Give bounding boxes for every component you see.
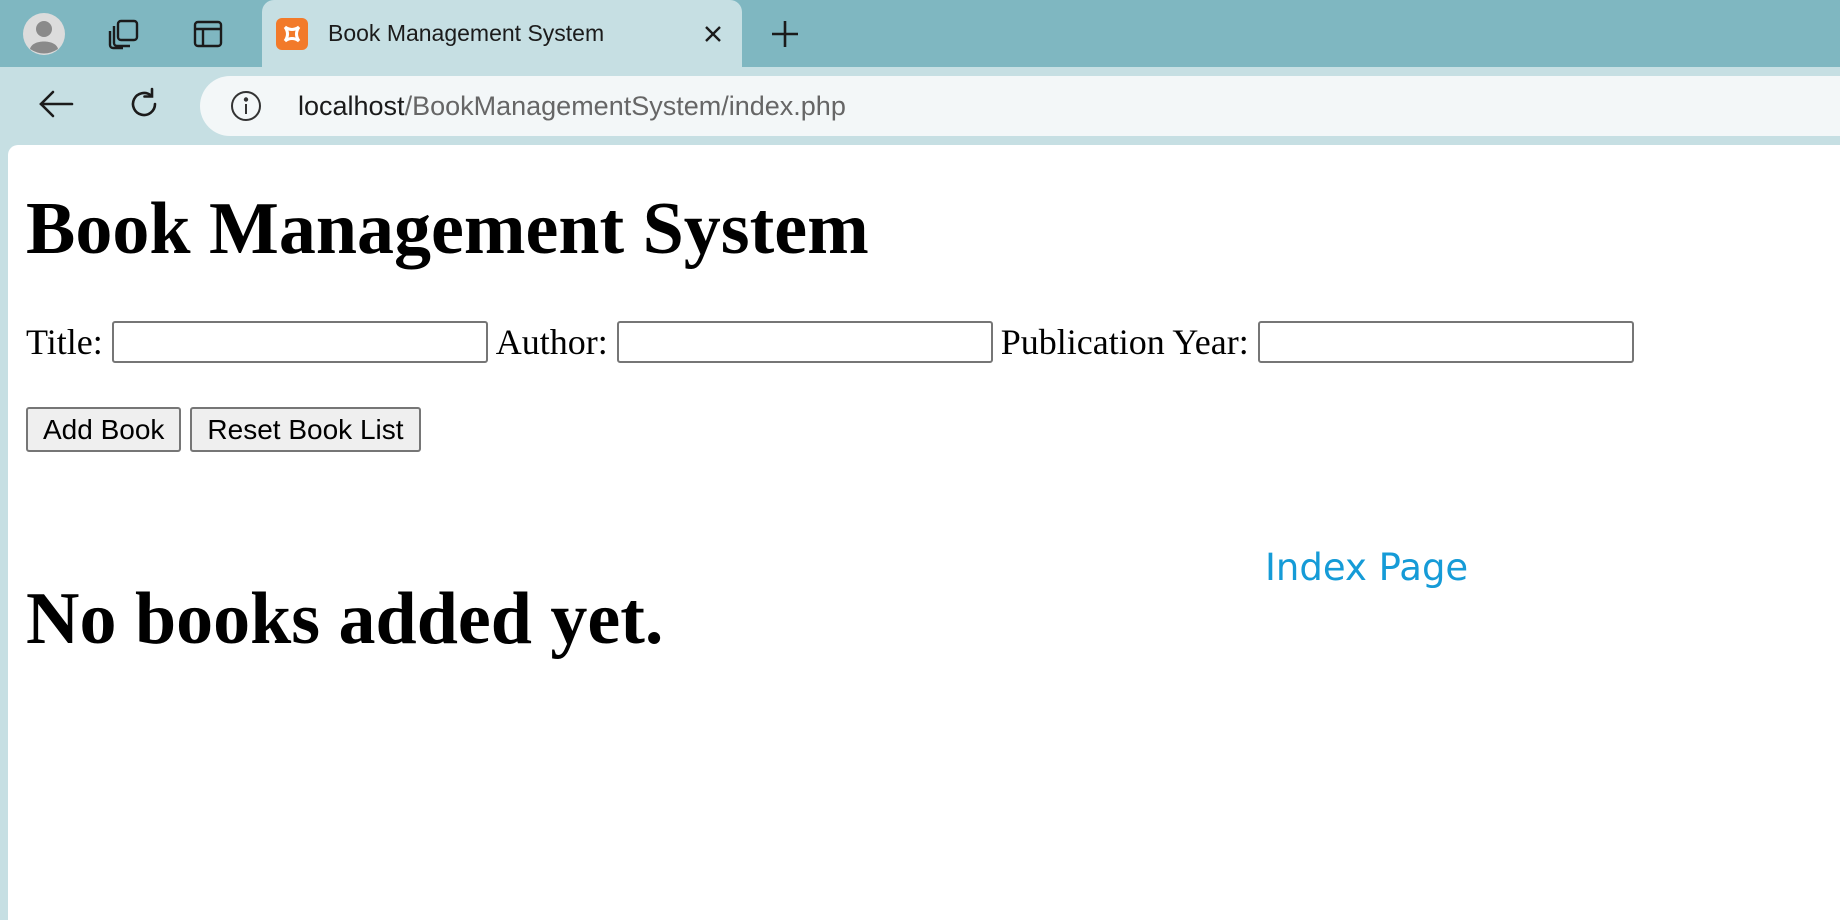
book-form: Title: Author: Publication Year: bbox=[26, 318, 1642, 366]
info-icon[interactable] bbox=[230, 90, 262, 122]
author-input[interactable] bbox=[616, 321, 993, 363]
tab-book-management-system[interactable]: Book Management System bbox=[262, 0, 742, 67]
author-label: Author: bbox=[495, 322, 608, 362]
reset-book-list-button[interactable]: Reset Book List bbox=[190, 407, 421, 452]
publication-year-label: Publication Year: bbox=[1000, 322, 1249, 362]
add-book-button[interactable]: Add Book bbox=[26, 407, 182, 452]
empty-book-list-message: No books added yet. bbox=[26, 578, 664, 660]
page-title: Book Management System bbox=[26, 188, 869, 270]
browser-toolbar: localhost/BookManagementSystem/index.php bbox=[0, 67, 1840, 143]
refresh-icon[interactable] bbox=[119, 81, 169, 127]
tab-actions-icon[interactable] bbox=[184, 10, 232, 58]
url-host: localhost bbox=[298, 91, 405, 121]
tab-title: Book Management System bbox=[328, 20, 605, 46]
xampp-icon bbox=[276, 18, 308, 50]
publication-year-input[interactable] bbox=[1257, 321, 1634, 363]
index-page-link[interactable]: Index Page bbox=[1265, 546, 1468, 589]
close-icon[interactable] bbox=[698, 19, 728, 49]
address-bar[interactable]: localhost/BookManagementSystem/index.php bbox=[200, 76, 1840, 136]
page-viewport: Book Management System Title: Author: Pu… bbox=[8, 145, 1840, 920]
form-buttons: Add Book Reset Book List bbox=[26, 407, 421, 452]
url-text: localhost/BookManagementSystem/index.php bbox=[298, 91, 846, 122]
plus-icon[interactable] bbox=[762, 12, 808, 56]
title-label: Title: bbox=[26, 322, 103, 362]
profile-avatar-icon[interactable] bbox=[20, 10, 68, 58]
title-input[interactable] bbox=[111, 321, 488, 363]
back-arrow-icon[interactable] bbox=[31, 81, 81, 127]
workspaces-icon[interactable] bbox=[100, 10, 148, 58]
tab-strip: Book Management System bbox=[0, 0, 1840, 67]
url-path: /BookManagementSystem/index.php bbox=[404, 91, 846, 121]
